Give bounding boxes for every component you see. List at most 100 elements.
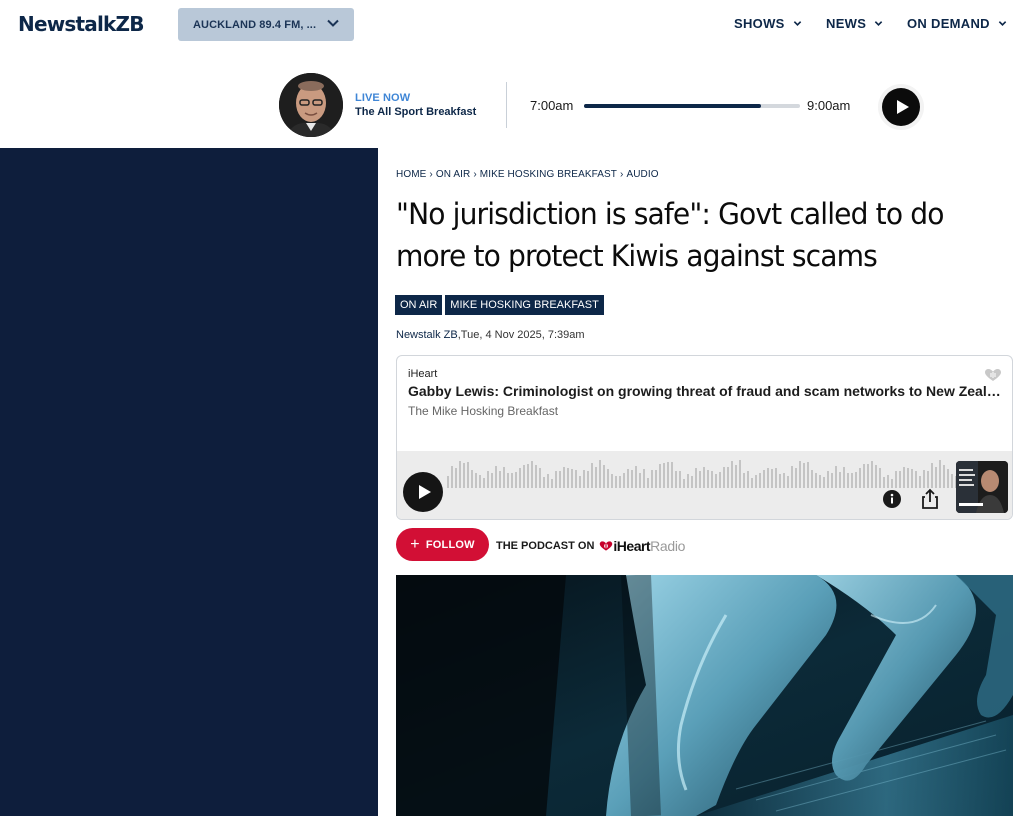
waveform-bar — [863, 464, 865, 488]
waveform-bar — [843, 467, 845, 488]
breadcrumb-item[interactable]: HOME — [396, 169, 426, 180]
station-selector-label: AUCKLAND 89.4 FM, ... — [193, 18, 317, 31]
follow-button[interactable]: + FOLLOW — [396, 528, 489, 561]
breadcrumb-item[interactable]: MIKE HOSKING BREAKFAST — [480, 169, 617, 180]
waveform-bar — [791, 466, 793, 488]
breadcrumb-separator: › — [429, 169, 433, 180]
waveform-bar — [951, 474, 953, 488]
waveform-bar — [719, 472, 721, 488]
live-now-label: LIVE NOW — [355, 92, 411, 104]
waveform-bar — [831, 473, 833, 488]
waveform-bar — [703, 467, 705, 488]
waveform-bar — [551, 479, 553, 488]
waveform-bar — [859, 468, 861, 488]
byline-source[interactable]: Newstalk ZB — [396, 329, 458, 341]
waveform-bar — [575, 470, 577, 488]
waveform-bar — [543, 477, 545, 488]
breadcrumb-item[interactable]: AUDIO — [626, 169, 658, 180]
waveform-bar — [483, 478, 485, 488]
waveform-bar — [707, 470, 709, 488]
podcast-artwork — [956, 461, 1008, 513]
waveform-bar — [915, 471, 917, 488]
logo-suffix: ZB — [115, 12, 145, 36]
waveform-bar — [879, 468, 881, 488]
waveform-bar — [463, 463, 465, 488]
article-hero-image — [396, 575, 1013, 816]
iheart-brand-main: iHeart — [613, 538, 651, 554]
waveform-bar — [559, 471, 561, 488]
live-play-button[interactable] — [878, 84, 924, 130]
chevron-down-icon — [327, 19, 339, 27]
waveform-bar — [519, 468, 521, 488]
waveform-bar — [691, 476, 693, 488]
waveform-bar — [839, 472, 841, 488]
waveform-bar — [891, 479, 893, 488]
audio-waveform[interactable] — [447, 456, 957, 488]
iheartradio-link[interactable]: iHeart Radio — [599, 538, 685, 554]
plus-icon: + — [410, 535, 420, 553]
waveform-bar — [667, 462, 669, 488]
waveform-bar — [835, 466, 837, 488]
waveform-bar — [563, 467, 565, 488]
live-show-title[interactable]: The All Sport Breakfast — [355, 106, 476, 118]
chevron-down-icon — [793, 21, 801, 26]
station-selector[interactable]: AUCKLAND 89.4 FM, ... — [178, 8, 354, 41]
info-icon[interactable] — [883, 490, 901, 508]
nav-news[interactable]: NEWS — [826, 16, 883, 31]
waveform-bar — [639, 473, 641, 488]
waveform-bar — [787, 476, 789, 488]
waveform-bar — [935, 467, 937, 488]
waveform-bar — [635, 466, 637, 488]
waveform-bar — [647, 478, 649, 488]
episode-title[interactable]: Gabby Lewis: Criminologist on growing th… — [408, 383, 1004, 399]
waveform-bar — [723, 467, 725, 488]
waveform-bar — [495, 466, 497, 488]
episode-play-button[interactable] — [403, 472, 443, 512]
waveform-bar — [479, 475, 481, 488]
show-progress-fill — [584, 104, 762, 108]
follow-label: FOLLOW — [425, 538, 475, 551]
waveform-bar — [535, 465, 537, 488]
waveform-bar — [531, 461, 533, 488]
site-logo[interactable]: NewstalkZB — [18, 12, 144, 36]
waveform-bar — [931, 463, 933, 488]
waveform-bar — [779, 474, 781, 488]
waveform-bar — [503, 467, 505, 488]
waveform-bar — [871, 461, 873, 488]
top-header: NewstalkZB AUCKLAND 89.4 FM, ... SHOWS N… — [0, 0, 1024, 52]
waveform-bar — [727, 467, 729, 488]
waveform-bar — [699, 471, 701, 488]
waveform-bar — [747, 471, 749, 488]
waveform-bar — [611, 474, 613, 488]
waveform-bar — [603, 465, 605, 488]
host-avatar[interactable] — [279, 73, 343, 137]
episode-show[interactable]: The Mike Hosking Breakfast — [408, 404, 558, 418]
waveform-bar — [855, 472, 857, 488]
waveform-bar — [759, 473, 761, 488]
iheart-logo-icon — [600, 541, 613, 551]
article-headline: "No jurisdiction is safe": Govt called t… — [396, 197, 944, 273]
waveform-bar — [895, 471, 897, 488]
nav-shows-label: SHOWS — [734, 16, 785, 31]
waveform-bar — [471, 470, 473, 488]
waveform-bar — [499, 471, 501, 488]
nav-shows[interactable]: SHOWS — [734, 16, 802, 31]
waveform-bar — [539, 468, 541, 488]
waveform-bar — [899, 471, 901, 488]
start-time: 7:00am — [530, 98, 574, 113]
waveform-bar — [687, 474, 689, 488]
tag-mike-hosking-breakfast[interactable]: MIKE HOSKING BREAKFAST — [445, 295, 604, 315]
side-panel — [0, 148, 378, 816]
breadcrumb: HOME › ON AIR › MIKE HOSKING BREAKFAST › AUDIO — [396, 169, 662, 180]
waveform-bar — [695, 468, 697, 488]
waveform-bar — [571, 469, 573, 488]
waveform-bar — [527, 464, 529, 488]
waveform-bar — [547, 474, 549, 488]
nav-on-demand[interactable]: ON DEMAND — [907, 16, 1007, 31]
tag-on-air[interactable]: ON AIR — [395, 295, 443, 315]
nav-news-label: NEWS — [826, 16, 867, 31]
breadcrumb-item[interactable]: ON AIR — [436, 169, 471, 180]
waveform-bar — [447, 476, 449, 488]
waveform-bar — [911, 469, 913, 488]
share-icon[interactable] — [921, 488, 939, 510]
